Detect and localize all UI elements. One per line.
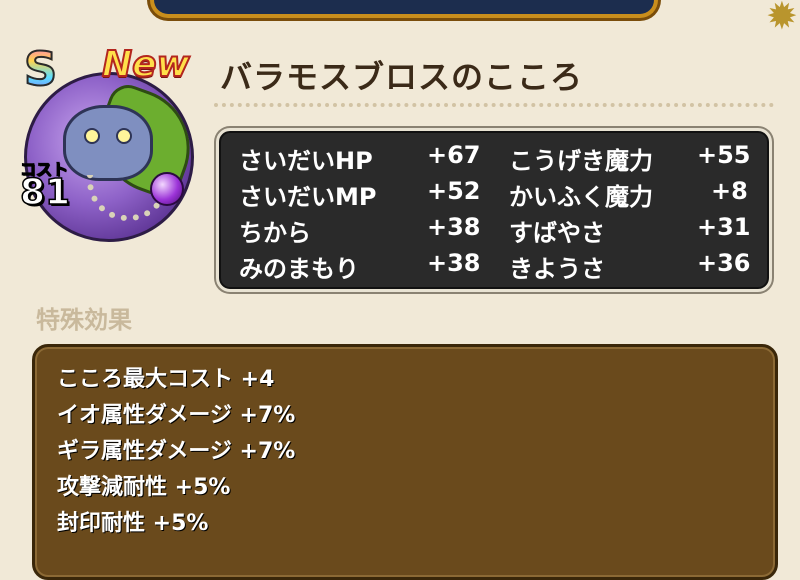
- top-window-frame: [150, 0, 658, 18]
- effect-item: イオ属性ダメージ +7%: [57, 403, 296, 428]
- rank-badge: S: [23, 41, 58, 97]
- card-name: バラモスブロスのこころ: [220, 58, 584, 96]
- stat-label: みのまもり: [239, 255, 359, 283]
- stats-panel: さいだいHP +67 さいだいMP +52 ちから +38 みのまもり +38 …: [216, 128, 772, 292]
- gear-ornament-icon: ✹: [766, 0, 798, 38]
- monster-eye: [84, 128, 100, 144]
- stat-label: ちから: [239, 219, 311, 247]
- effect-item: 攻撃減耐性 +5%: [57, 475, 231, 500]
- special-effects-title: 特殊効果: [36, 306, 132, 334]
- stat-value: +36: [697, 249, 751, 277]
- new-badge: New: [101, 43, 191, 86]
- stat-value: +67: [427, 141, 481, 169]
- stat-label: きようさ: [509, 255, 605, 283]
- stat-value: +38: [427, 213, 481, 241]
- stat-label: かいふく魔力: [509, 183, 653, 211]
- stat-value: +38: [427, 249, 481, 277]
- stat-value: +52: [427, 177, 481, 205]
- effect-item: 封印耐性 +5%: [57, 511, 209, 536]
- monster-eye: [116, 128, 132, 144]
- special-effects-panel: こころ最大コスト +4 イオ属性ダメージ +7% ギラ属性ダメージ +7% 攻撃…: [32, 344, 778, 580]
- effect-item: こころ最大コスト +4: [57, 367, 275, 392]
- stat-label: こうげき魔力: [509, 147, 653, 175]
- cost-value: 81: [19, 171, 71, 214]
- stat-label: さいだいHP: [239, 147, 373, 175]
- purple-orb-icon: [150, 172, 184, 206]
- stat-label: すばやさ: [509, 219, 605, 247]
- title-divider: [214, 103, 774, 107]
- stat-label: さいだいMP: [239, 183, 377, 211]
- stat-value: +31: [697, 213, 751, 241]
- stat-value: +8: [711, 177, 748, 205]
- monster-head: [63, 105, 153, 181]
- stat-value: +55: [697, 141, 751, 169]
- effect-item: ギラ属性ダメージ +7%: [57, 439, 296, 464]
